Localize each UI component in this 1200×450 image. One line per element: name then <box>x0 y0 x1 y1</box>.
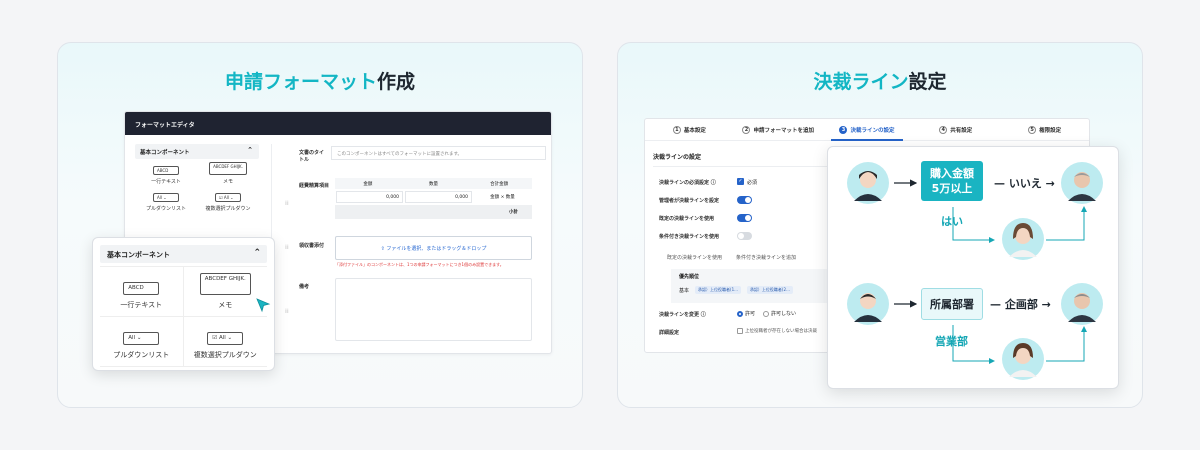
popup-components-header[interactable]: 基本コンポーネント ⌃ <box>100 245 267 263</box>
format-creation-card: 申請フォーマット作成 フォーマットエディタ 基本コンポーネント ⌃ ABCD 一行テ… <box>57 42 583 408</box>
step-approval-line[interactable]: 3 決裁ラインの設定 <box>823 119 912 141</box>
priority-row-label: 基本 <box>679 287 690 294</box>
branch-planning-dept: — 企画部 → <box>990 298 1051 311</box>
planning-head-avatar <box>1061 283 1103 325</box>
female-employee-avatar <box>847 162 889 204</box>
senior-manager-avatar <box>1061 162 1103 204</box>
amount-input[interactable]: 0,000 <box>336 191 403 203</box>
fixed-line-toggle[interactable] <box>737 214 752 222</box>
component-multi-dropdown[interactable]: ☑ All ⌄ 複数選択プルダウン <box>197 188 259 215</box>
approval-subtabs: 既定の決裁ラインを使用 条件付き決裁ラインを追加 <box>667 254 796 261</box>
admin-label: 管理者が決裁ラインを設定 <box>659 198 720 204</box>
subtab-conditional[interactable]: 条件付き決裁ラインを追加 <box>736 254 796 261</box>
required-checkbox[interactable]: ✓ <box>737 178 744 185</box>
components-header[interactable]: 基本コンポーネント ⌃ <box>135 144 259 159</box>
popup-component-dropdown[interactable]: All ⌄ プルダウンリスト <box>100 317 184 367</box>
quantity-input[interactable]: 0,000 <box>405 191 472 203</box>
decision-purchase-amount: 購入金額 5万以上 <box>921 161 983 201</box>
component-popup: 基本コンポーネント ⌃ ABCD 一行テキスト ABCDEF GHIJK. メモ Al… <box>92 237 275 371</box>
subtab-fixed[interactable]: 既定の決裁ラインを使用 <box>667 254 722 261</box>
popup-component-multi-dropdown[interactable]: ☑ All ⌄ 複数選択プルダウン <box>183 317 267 367</box>
drag-handle-icon[interactable]: ⁞⁞ <box>285 200 289 207</box>
sales-manager-avatar <box>1002 338 1044 380</box>
popup-component-single-line-text[interactable]: ABCD 一行テキスト <box>100 267 184 317</box>
step-permission[interactable]: 5 権限設定 <box>1000 119 1089 140</box>
male-employee-avatar <box>847 283 889 325</box>
detail-settings-label: 詳細設定 <box>659 330 680 336</box>
section-title: 決裁ラインの設定 <box>653 154 702 161</box>
total-formula: 金額 × 数量 <box>490 195 515 200</box>
expense-table: 金額 数量 合計金額 0,000 0,000 金額 × 数量 小計 <box>335 178 532 219</box>
branch-yes: はい <box>941 215 963 228</box>
component-dropdown[interactable]: All ⌄ プルダウンリスト <box>135 188 197 215</box>
required-label: 決裁ラインの必須設定 ⓘ <box>659 180 716 186</box>
branch-sales-dept: 営業部 <box>935 335 968 348</box>
decision-department: 所属部署 <box>921 288 983 320</box>
attachment-warning: 「添付ファイル」のコンポーネントは、1つの申請フォーマットにつき1個のみ設置でき… <box>335 262 504 267</box>
receipt-label: 領収書添付 <box>299 243 325 249</box>
priority-header: 優先順位 <box>679 274 700 280</box>
drag-handle-icon[interactable]: ⁞⁞ <box>285 308 289 315</box>
format-creation-title: 申請フォーマット作成 <box>224 71 416 93</box>
doc-title-label: 文書のタイトル <box>299 150 325 163</box>
subtotal-label: 小計 <box>509 210 518 215</box>
chevron-up-icon: ⌃ <box>253 248 261 258</box>
component-single-line-text[interactable]: ABCD 一行テキスト <box>135 161 197 188</box>
info-icon: ⓘ <box>700 312 706 318</box>
upload-icon: ⇪ <box>380 246 385 252</box>
cursor-pointer-icon <box>256 298 271 313</box>
component-memo[interactable]: ABCDEF GHIJK. メモ <box>197 161 259 188</box>
required-check-label: 必須 <box>747 180 758 186</box>
radio-allow[interactable]: 許可 <box>737 310 755 317</box>
file-upload-area[interactable]: ⇪ ファイルを選択、またはドラッグ＆ドロップ <box>335 236 532 260</box>
section-divider <box>653 166 833 167</box>
step-basic[interactable]: 1 基本設定 <box>645 119 734 140</box>
step-share[interactable]: 4 共有設定 <box>911 119 1000 140</box>
approver-chip[interactable]: 承認）上位役職者(2... <box>746 286 793 294</box>
approval-line-card: 決裁ライン設定 1 基本設定 2 申請フォーマットを追加 3 決裁ラインの設定 4 共有… <box>617 42 1143 408</box>
radio-deny[interactable]: 許可しない <box>763 310 796 317</box>
component-palette: 基本コンポーネント ⌃ ABCD 一行テキスト ABCDEF GHIJK. メモ Al… <box>135 144 259 215</box>
memo-label: 備考 <box>299 284 310 290</box>
chevron-up-icon: ⌃ <box>247 146 253 154</box>
step-tabs: 1 基本設定 2 申請フォーマットを追加 3 決裁ラインの設定 4 共有設定 5 権限設定 <box>645 119 1089 141</box>
memo-field[interactable] <box>335 278 532 341</box>
drag-handle-icon[interactable]: ⁞⁞ <box>285 244 289 251</box>
manager-avatar <box>1002 218 1044 260</box>
approval-line-title: 決裁ライン設定 <box>813 71 947 93</box>
approver-chip[interactable]: 承認）上位役職者(1... <box>695 286 741 294</box>
conditional-line-label: 条件付き決裁ラインを使用 <box>659 234 720 240</box>
fixed-line-label: 既定の決裁ラインを使用 <box>659 216 715 222</box>
conditional-line-toggle[interactable] <box>737 232 752 240</box>
info-icon: ⓘ <box>710 180 716 186</box>
doc-title-hint: このコンポーネントはすべてのフォーマットに設置されます。 <box>337 152 463 157</box>
detail-checkbox[interactable]: 上位役職者が存在しない場合は決裁 <box>737 328 817 334</box>
admin-toggle[interactable] <box>737 196 752 204</box>
priority-table: 優先順位 基本 承認）上位役職者(1... 承認）上位役職者(2... <box>671 269 841 303</box>
editor-header: フォーマットエディタ <box>125 112 551 135</box>
expense-label: 経費精算項目 <box>299 183 330 189</box>
approval-flow-diagram: 購入金額 5万以上 — いいえ → はい 所属部署 — 企画部 → 営業部 <box>827 146 1119 389</box>
step-add-format[interactable]: 2 申請フォーマットを追加 <box>734 119 823 140</box>
branch-no: — いいえ → <box>994 177 1055 190</box>
change-line-label: 決裁ラインを変更 ⓘ <box>659 312 706 318</box>
